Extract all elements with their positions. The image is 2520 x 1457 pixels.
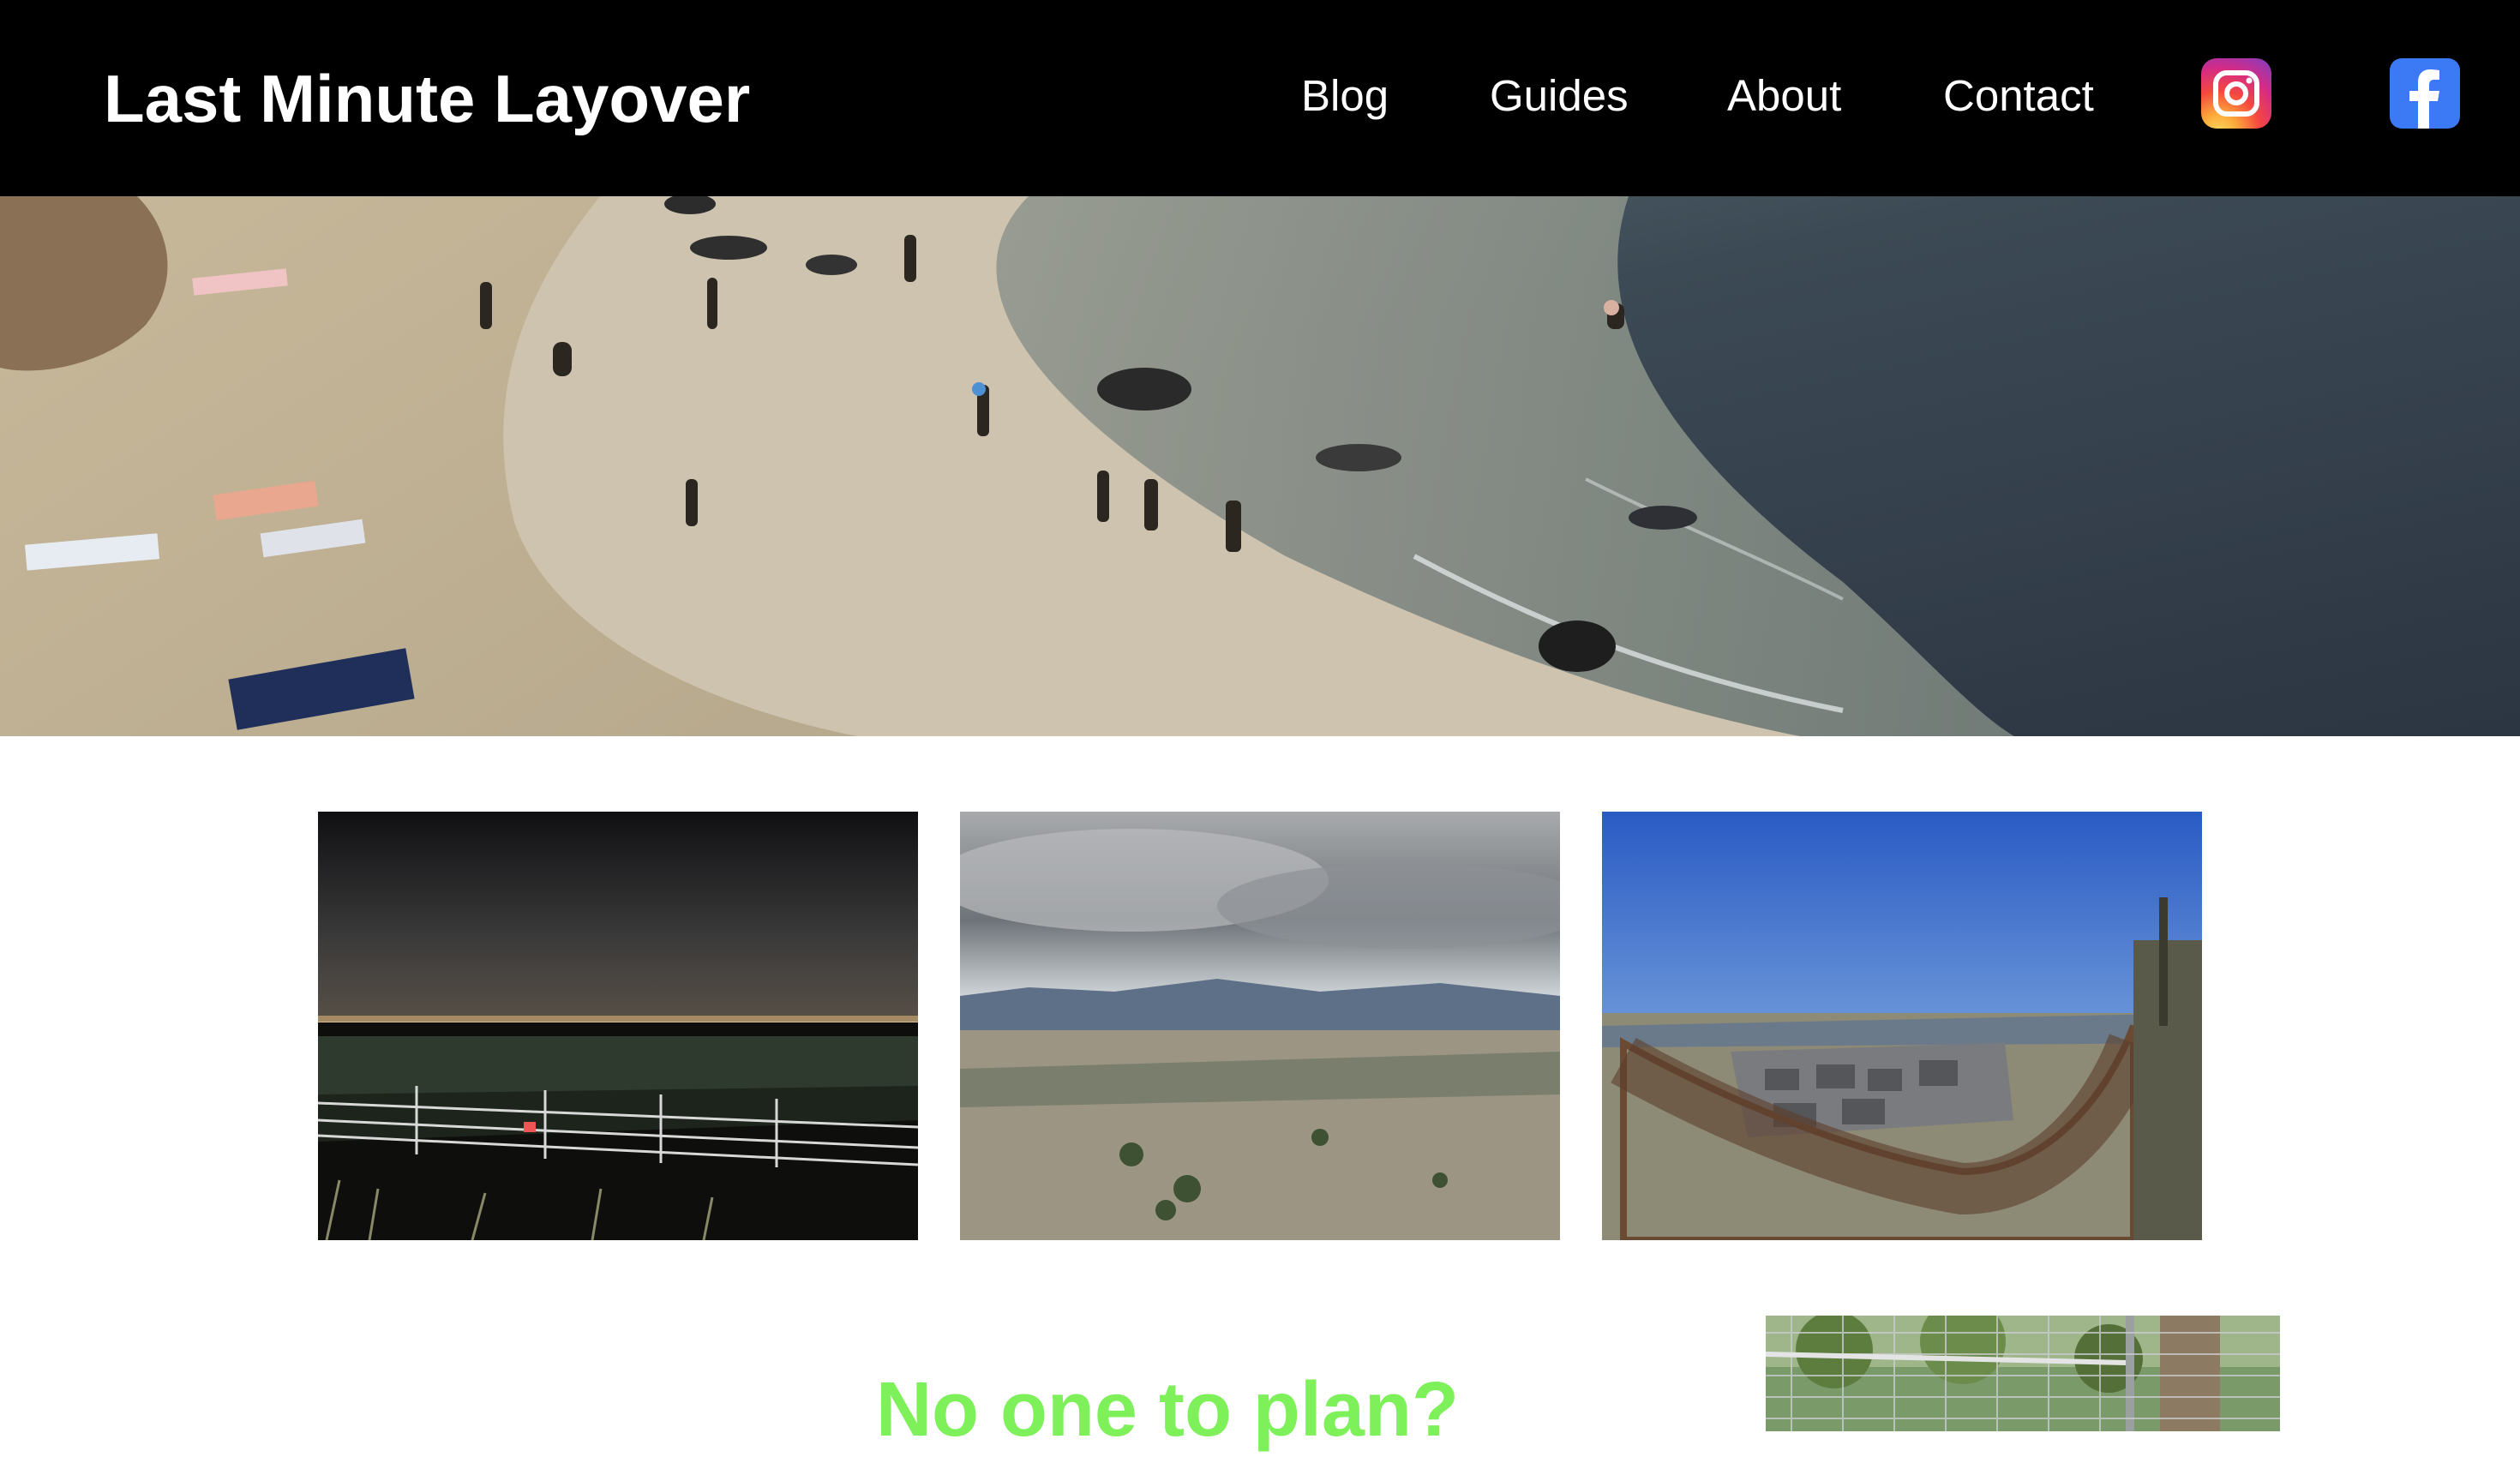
site-title[interactable]: Last Minute Layover — [104, 60, 750, 137]
nav-about[interactable]: About — [1727, 70, 1841, 122]
hero-beach-image — [0, 196, 2520, 736]
photo-mountain-valley[interactable] — [960, 812, 1560, 1240]
nav-guides[interactable]: Guides — [1490, 70, 1629, 122]
instagram-icon[interactable] — [2201, 58, 2271, 129]
photo-panorama-town[interactable] — [1602, 812, 2202, 1240]
site-header: Last Minute Layover Blog Guides About Co… — [0, 0, 2520, 196]
tagline-heading: No one to plan? — [876, 1367, 1459, 1453]
photo-trees-through-mesh[interactable] — [1766, 1316, 2280, 1431]
nav-blog[interactable]: Blog — [1301, 70, 1389, 122]
facebook-icon[interactable] — [2390, 58, 2460, 129]
photo-night-city-lights[interactable] — [318, 812, 918, 1240]
nav-contact[interactable]: Contact — [1943, 70, 2094, 122]
